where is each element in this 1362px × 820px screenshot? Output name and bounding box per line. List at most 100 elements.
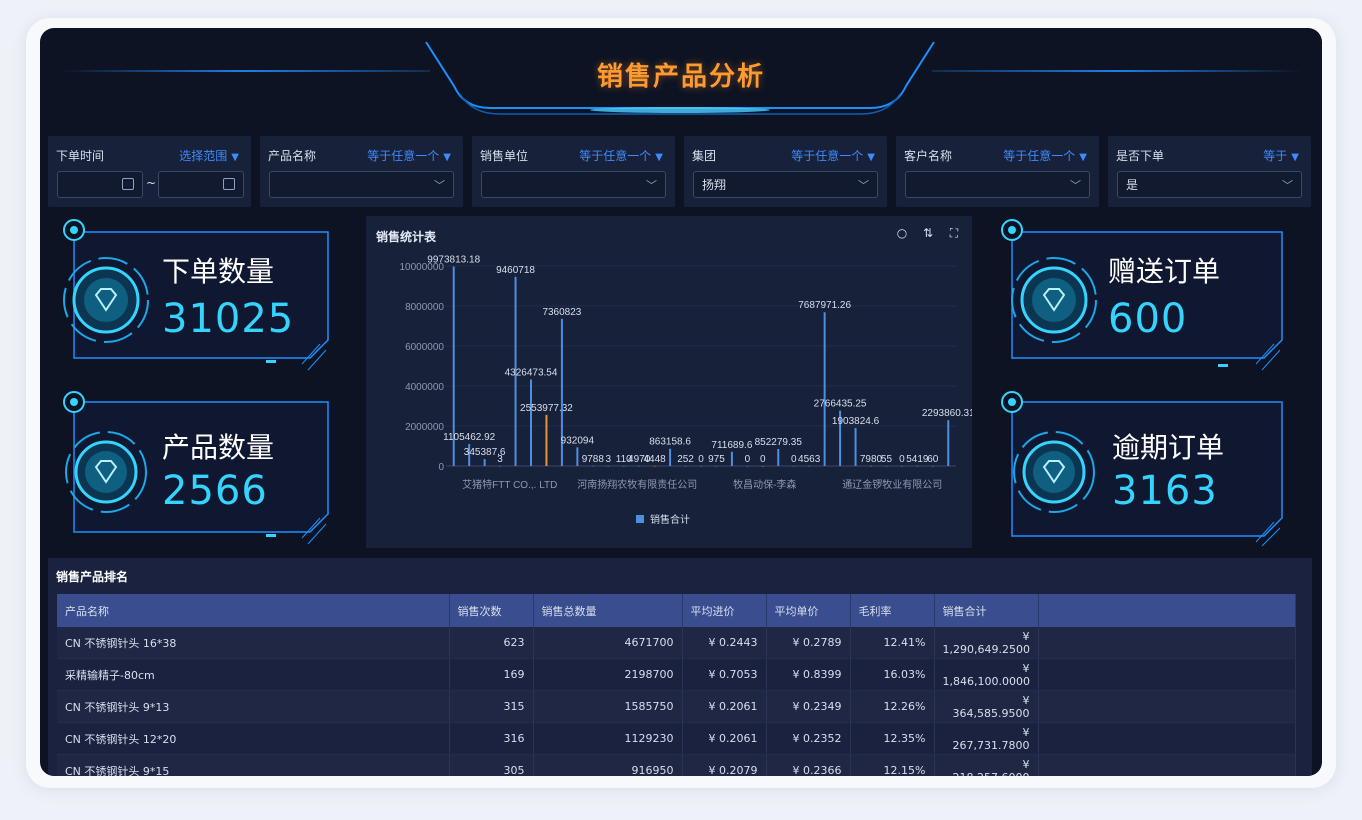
stat-label: 下单数量 [162, 255, 275, 288]
bar [622, 465, 625, 467]
sort-icon[interactable]: ⇅ [922, 227, 934, 239]
table-cell [1038, 722, 1296, 755]
bar [931, 465, 934, 467]
caret-down-icon: ▼ [443, 152, 451, 163]
stat-card-overdue: 逾期订单 3163 [990, 388, 1283, 548]
stat-value: 3163 [1112, 468, 1218, 514]
table-cell: 12.35% [850, 722, 935, 755]
table-cell: 2198700 [533, 658, 683, 691]
chevron-down-icon: ﹀ [1282, 179, 1293, 192]
filter-operator[interactable]: 等于 ▼ [1263, 147, 1299, 164]
filter-operator[interactable]: 选择范围 ▼ [179, 147, 239, 164]
data-label: 60 [927, 454, 939, 465]
x-tick-label: 艾猪特FTT CO.,. LTD [462, 479, 557, 491]
bar [638, 465, 641, 467]
product-name-select[interactable]: ﹀ [269, 171, 454, 198]
bar [854, 427, 857, 466]
bar [483, 459, 486, 466]
column-header[interactable]: 毛利率 [850, 594, 935, 627]
bar [607, 465, 610, 467]
stat-value: 600 [1108, 296, 1188, 342]
filter-operator[interactable]: 等于任意一个 ▼ [1003, 147, 1087, 164]
x-tick-label: 通辽金锣牧业有限公司 [842, 478, 942, 491]
bar [900, 466, 903, 467]
refresh-icon[interactable]: ○ [896, 227, 908, 239]
card-frame [63, 219, 329, 371]
table-row[interactable]: 采精输精子-80cm 169 2198700 ¥ 0.7053 ¥ 0.8399 16.0… [57, 658, 1296, 691]
stat-card-gifts: 赠送订单 600 [990, 214, 1283, 374]
is-ordered-select[interactable]: 是 ﹀ [1117, 171, 1302, 198]
table-row[interactable]: CN 不锈钢针头 16*38 623 4671700 ¥ 0.2443 ¥ 0.2789… [57, 627, 1296, 659]
table-cell: 305 [449, 754, 534, 776]
bar [761, 466, 764, 467]
table-cell: 1585750 [533, 690, 683, 723]
end-date-input[interactable] [158, 171, 244, 198]
data-label: 852279.35 [755, 437, 803, 448]
sales-unit-select[interactable]: ﹀ [481, 171, 666, 198]
data-label: 711689.6 [711, 440, 752, 451]
y-tick-label: 4000000 [405, 382, 444, 393]
bar [808, 465, 811, 467]
customer-name-select[interactable]: ﹀ [905, 171, 1090, 198]
product-name-cell: 采精输精子-80cm [57, 658, 450, 691]
table-cell [1038, 627, 1296, 659]
column-header[interactable]: 产品名称 [57, 594, 450, 627]
calendar-icon [223, 178, 235, 190]
product-name-cell: CN 不锈钢针头 16*38 [57, 627, 450, 659]
bar [746, 466, 749, 467]
y-tick-label: 8000000 [405, 302, 444, 313]
fullscreen-icon[interactable]: ⛶ [948, 227, 960, 239]
bar [576, 447, 579, 466]
table-row[interactable]: CN 不锈钢针头 9*13 315 1585750 ¥ 0.2061 ¥ 0.2349 1… [57, 690, 1296, 723]
group-select[interactable]: 扬翔 ﹀ [693, 171, 878, 198]
table-cell: 169 [449, 658, 534, 691]
table-cell: ¥ 0.2061 [682, 722, 767, 755]
chevron-down-icon: ﹀ [434, 179, 445, 192]
data-label: 2766435.25 [814, 399, 867, 410]
table-cell: 12.15% [850, 754, 935, 776]
column-header[interactable]: 平均进价 [682, 594, 767, 627]
data-label: 2553977.32 [520, 403, 573, 414]
table-cell: ¥ 1,846,100.0000 [934, 658, 1039, 691]
filter-operator[interactable]: 等于任意一个 ▼ [791, 147, 875, 164]
column-header[interactable]: 销售总数量 [533, 594, 683, 627]
page-title: 销售产品分析 [596, 62, 765, 92]
filter-order-time: 下单时间 选择范围 ▼ ~ [48, 136, 251, 207]
calendar-icon [122, 178, 134, 190]
filter-operator[interactable]: 等于任意一个 ▼ [367, 147, 451, 164]
table-cell: ¥ 364,585.9500 [934, 690, 1039, 723]
data-label: 2293860.31 [922, 408, 972, 419]
data-label: 9788 [582, 454, 605, 465]
table-header-row: 产品名称 销售次数 销售总数量 平均进价 平均单价 毛利率 销售合计 [57, 594, 1296, 627]
bar [530, 379, 532, 466]
stat-label: 产品数量 [162, 431, 275, 464]
column-header[interactable]: 销售合计 [934, 594, 1039, 627]
filter-operator[interactable]: 等于任意一个 ▼ [579, 147, 663, 164]
table-row[interactable]: CN 不锈钢针头 12*20 316 1129230 ¥ 0.2061 ¥ 0.2352… [57, 722, 1296, 755]
data-label: 7980 [860, 454, 883, 465]
table-cell: 315 [449, 690, 534, 723]
table-cell: ¥ 218,257.6000 [934, 754, 1039, 776]
bar [916, 465, 919, 467]
start-date-input[interactable] [57, 171, 143, 198]
bar [499, 465, 502, 467]
data-label: 1903824.6 [832, 416, 880, 427]
table-cell: ¥ 267,731.7800 [934, 722, 1039, 755]
table-cell: ¥ 0.7053 [682, 658, 767, 691]
filter-product-name: 产品名称 等于任意一个 ▼ ﹀ [260, 136, 463, 207]
table-cell: ¥ 0.2352 [766, 722, 851, 755]
column-header[interactable]: 平均单价 [766, 594, 851, 627]
x-tick-label: 河南扬翔农牧有限责任公司 [577, 478, 697, 491]
caret-down-icon: ▼ [231, 152, 239, 163]
table-cell: ¥ 0.2443 [682, 627, 767, 659]
product-ranking-panel: 销售产品排名 产品名称 销售次数 销售总数量 平均进价 平均单价 毛利率 销售合… [48, 558, 1312, 776]
table-cell [1038, 690, 1296, 723]
table-row[interactable]: CN 不锈钢针头 9*15 305 916950 ¥ 0.2079 ¥ 0.2366 12… [57, 754, 1296, 776]
bar [870, 465, 872, 467]
table-cell: 12.41% [850, 627, 935, 659]
filter-group: 集团 等于任意一个 ▼ 扬翔 ﹀ [684, 136, 887, 207]
filter-customer-name: 客户名称 等于任意一个 ▼ ﹀ [896, 136, 1099, 207]
stat-label: 赠送订单 [1108, 255, 1221, 288]
column-header[interactable]: 销售次数 [449, 594, 534, 627]
card-frame [1001, 219, 1283, 371]
